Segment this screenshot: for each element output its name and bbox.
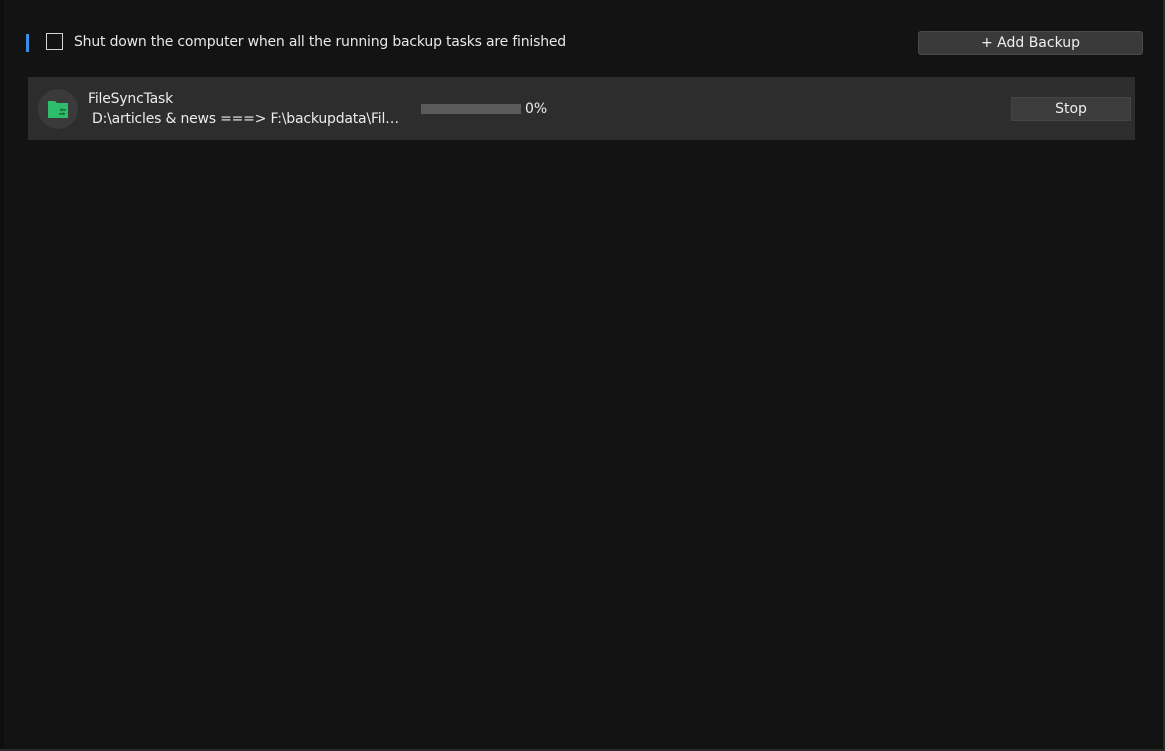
task-row[interactable]: FileSyncTask D:\articles & news ===> F:\… — [28, 77, 1135, 140]
add-backup-button[interactable]: + Add Backup — [918, 31, 1143, 55]
stop-button[interactable]: Stop — [1011, 97, 1131, 121]
accent-indicator — [26, 34, 29, 52]
task-progress-percent: 0% — [525, 101, 548, 117]
backup-window: Shut down the computer when all the runn… — [0, 0, 1165, 751]
folder-sync-icon — [48, 101, 68, 118]
task-icon-badge — [38, 89, 78, 129]
task-progress-bar — [421, 104, 521, 114]
shutdown-checkbox-label[interactable]: Shut down the computer when all the runn… — [74, 34, 566, 50]
shutdown-checkbox[interactable] — [46, 33, 63, 50]
window-left-edge — [0, 0, 4, 749]
task-name: FileSyncTask — [88, 91, 173, 107]
task-path: D:\articles & news ===> F:\backupdata\Fi… — [92, 111, 402, 127]
toolbar: Shut down the computer when all the runn… — [26, 31, 1143, 56]
